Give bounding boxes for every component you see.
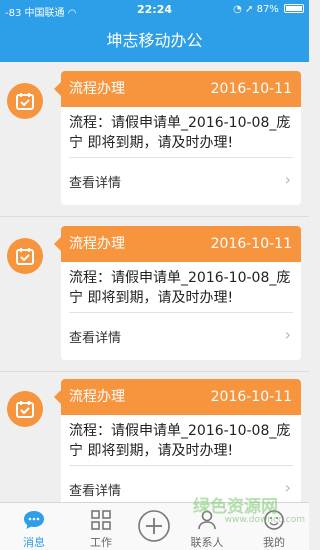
tab-label: 消息 xyxy=(23,536,45,549)
chat-bubble-icon xyxy=(22,509,46,535)
message-card[interactable]: 流程办理 2016-10-11 流程：请假申请单_2016-10-08_庞宁 即… xyxy=(54,71,301,205)
message-text: 流程：请假申请单_2016-10-08_庞宁 即将到期，请及时办理! xyxy=(69,423,291,459)
calendar-check-icon xyxy=(7,391,43,427)
view-details-link[interactable]: 查看详情 xyxy=(69,480,121,499)
message-type: 流程办理 xyxy=(69,389,125,405)
divider xyxy=(0,216,309,217)
message-card-header: 流程办理 2016-10-11 xyxy=(54,226,301,262)
message-card-header: 流程办理 2016-10-11 xyxy=(54,379,301,415)
message-item[interactable]: 流程办理 2016-10-11 流程：请假申请单_2016-10-08_庞宁 即… xyxy=(0,226,309,378)
tab-label: 联系人 xyxy=(190,536,224,549)
message-card-header: 流程办理 2016-10-11 xyxy=(54,71,301,107)
status-right: ◔ ➚ 87% xyxy=(233,4,304,15)
divider xyxy=(0,371,309,372)
message-card[interactable]: 流程办理 2016-10-11 流程：请假申请单_2016-10-08_庞宁 即… xyxy=(54,226,301,360)
battery-text: 87% xyxy=(256,4,279,15)
add-circle-icon xyxy=(137,509,171,547)
tab-messages[interactable]: 消息 xyxy=(3,503,65,550)
calendar-check-icon xyxy=(7,83,43,119)
message-text: 流程：请假申请单_2016-10-08_庞宁 即将到期，请及时办理! xyxy=(69,115,291,151)
tab-label: 我的 xyxy=(263,536,285,549)
orientation-lock-icon: ◔ xyxy=(233,4,242,15)
message-date: 2016-10-11 xyxy=(210,236,292,252)
message-item[interactable]: 流程办理 2016-10-11 流程：请假申请单_2016-10-08_庞宁 即… xyxy=(0,71,309,223)
card-divider xyxy=(69,157,293,158)
card-divider xyxy=(69,312,293,313)
page-title: 坤志移动办公 xyxy=(106,31,203,50)
card-divider xyxy=(69,465,293,466)
chevron-right-icon: › xyxy=(284,170,291,189)
location-icon: ➚ xyxy=(245,4,254,15)
battery-icon xyxy=(284,4,304,13)
status-bar: -83 中国联通 ◠ 22:24 ◔ ➚ 87% xyxy=(0,0,309,20)
message-type: 流程办理 xyxy=(69,236,125,252)
message-text: 流程：请假申请单_2016-10-08_庞宁 即将到期，请及时办理! xyxy=(69,270,291,306)
message-date: 2016-10-11 xyxy=(210,389,292,405)
message-type: 流程办理 xyxy=(69,81,125,97)
grid-icon xyxy=(90,509,112,535)
nav-bar: 坤志移动办公 xyxy=(0,20,309,62)
message-date: 2016-10-11 xyxy=(210,81,292,97)
chevron-right-icon: › xyxy=(284,325,291,344)
watermark: 绿色资源网 www.downcc.com xyxy=(193,492,305,525)
calendar-check-icon xyxy=(7,238,43,274)
view-details-link[interactable]: 查看详情 xyxy=(69,327,121,346)
watermark-text: 绿色资源网 xyxy=(193,497,278,517)
view-details-link[interactable]: 查看详情 xyxy=(69,172,121,191)
